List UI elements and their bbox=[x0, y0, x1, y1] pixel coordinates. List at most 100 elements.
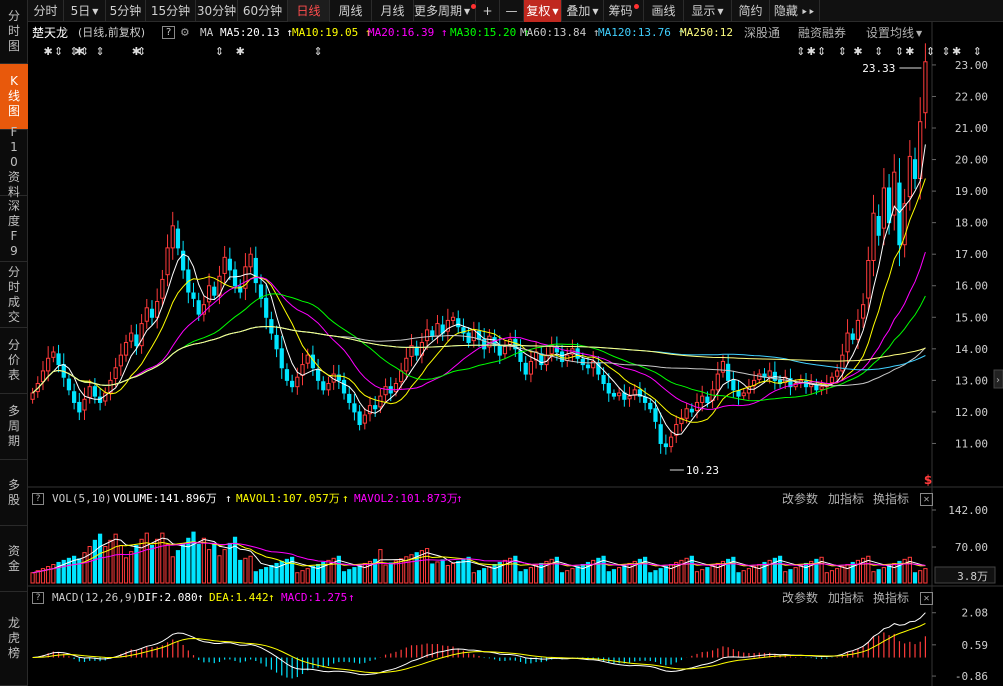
toolbar-button-3[interactable]: 15分钟 bbox=[146, 0, 196, 22]
kline-chart-canvas[interactable]: 23.00 22.00 21.00 20.00 19.00 18.00 17.00 16.00… bbox=[0, 0, 1003, 686]
toolbar-button-9[interactable]: 更多周期 ▼ bbox=[414, 0, 477, 22]
candle-body bbox=[341, 379, 347, 394]
chevron-down-icon: ▼ bbox=[717, 7, 724, 16]
settings-gear-icon[interactable]: ⚙ bbox=[181, 24, 189, 42]
ma-value-0: MA5:20.13 ↑ bbox=[220, 26, 293, 39]
volume-bar bbox=[871, 571, 876, 584]
candle-body bbox=[850, 333, 855, 340]
sidebar-tab-0[interactable]: 分时图 bbox=[0, 0, 28, 64]
toolbar-button-1[interactable]: 5日 ▼ bbox=[64, 0, 106, 22]
candle-body bbox=[56, 353, 61, 366]
candle-body bbox=[113, 367, 118, 379]
sidebar-tab-7[interactable]: 多股 bbox=[0, 460, 28, 526]
chevron-down-icon: ▼ bbox=[592, 7, 599, 16]
edit-params-button[interactable]: 改参数 bbox=[782, 589, 818, 607]
toolbar-button-16[interactable]: 显示 ▼ bbox=[684, 0, 732, 22]
sidebar-tab-5[interactable]: 分价表 bbox=[0, 328, 28, 394]
volume-bar bbox=[435, 561, 440, 584]
volume-bar bbox=[378, 549, 383, 584]
volume-bar bbox=[668, 563, 674, 584]
volume-bar bbox=[352, 567, 357, 584]
candle-body bbox=[585, 364, 591, 369]
dif-line bbox=[32, 612, 926, 676]
candle-body bbox=[907, 155, 912, 198]
price-tick-label: 16.00 bbox=[955, 280, 988, 293]
ma-settings-button[interactable]: 设置均线 ▼ bbox=[866, 24, 922, 43]
candle-body bbox=[170, 225, 175, 249]
candle-body bbox=[191, 292, 196, 299]
toolbar-button-7[interactable]: 周线 bbox=[330, 0, 372, 22]
sidebar-tab-6[interactable]: 多周期 bbox=[0, 394, 28, 460]
toolbar-button-12[interactable]: 复权 ▼ bbox=[524, 0, 562, 22]
candle-body bbox=[648, 402, 653, 410]
volume-bar bbox=[445, 565, 450, 584]
sidebar-tab-9[interactable]: 龙虎榜 bbox=[0, 592, 28, 686]
volume-bar bbox=[139, 538, 144, 584]
help-icon[interactable]: ? bbox=[32, 493, 44, 505]
event-marker-icon: ⇕ bbox=[973, 45, 982, 58]
up-arrow-icon: ↑ bbox=[456, 492, 463, 505]
toolbar-button-8[interactable]: 月线 bbox=[372, 0, 414, 22]
toolbar-button-15[interactable]: 画线 bbox=[644, 0, 684, 22]
toolbar-button-5[interactable]: 60分钟 bbox=[238, 0, 288, 22]
toolbar-button-11[interactable]: — bbox=[500, 0, 524, 22]
candle-body bbox=[715, 373, 720, 391]
hk-connect-link[interactable]: 深股通 bbox=[744, 24, 780, 42]
candle-body bbox=[653, 408, 658, 422]
ma-value-3: MA30:15.20 ↑ bbox=[450, 26, 530, 39]
sidebar-tab-3[interactable]: 深度F9 bbox=[0, 196, 28, 262]
macd-tick-label: -0.86 bbox=[955, 670, 988, 683]
toolbar-button-4[interactable]: 30分钟 bbox=[196, 0, 238, 22]
volume-bar bbox=[752, 566, 757, 584]
notification-dot-icon bbox=[633, 4, 639, 9]
volume-bar bbox=[803, 562, 809, 584]
candle-body bbox=[123, 342, 129, 356]
sidebar-tab-1[interactable]: K线图 bbox=[0, 64, 28, 130]
candle-body bbox=[305, 354, 310, 364]
toolbar-button-17[interactable]: 简约 bbox=[732, 0, 770, 22]
volume-bar bbox=[886, 565, 892, 584]
up-arrow-icon: ↑ bbox=[342, 492, 349, 505]
switch-indicator-button[interactable]: 换指标 bbox=[873, 490, 909, 508]
toolbar-button-14[interactable]: 筹码 bbox=[604, 0, 644, 22]
help-icon[interactable]: ? bbox=[162, 26, 175, 39]
add-indicator-button[interactable]: 加指标 bbox=[828, 589, 864, 607]
margin-trading-link[interactable]: 融资融券 bbox=[798, 24, 846, 42]
event-marker-icon: ✱ bbox=[853, 45, 862, 58]
price-tick-label: 23.00 bbox=[955, 59, 988, 72]
volume-bar bbox=[585, 561, 591, 584]
toolbar-button-0[interactable]: 分时 bbox=[28, 0, 64, 22]
close-icon[interactable]: ✕ bbox=[920, 493, 933, 506]
sidebar-tab-8[interactable]: 资金 bbox=[0, 526, 28, 592]
candle-body bbox=[118, 354, 123, 367]
volume-bar bbox=[35, 570, 40, 584]
volume-bar bbox=[700, 569, 705, 584]
toolbar-button-10[interactable]: + bbox=[476, 0, 500, 22]
stock-name[interactable]: 楚天龙 bbox=[32, 24, 68, 42]
sidebar-tab-2[interactable]: F10资料 bbox=[0, 125, 28, 199]
candle-body bbox=[347, 393, 352, 403]
toolbar-button-18[interactable]: 隐藏 ⯈⯈ bbox=[770, 0, 820, 22]
close-icon[interactable]: ✕ bbox=[920, 592, 933, 605]
candle-body bbox=[767, 370, 772, 377]
chevron-down-icon: ▼ bbox=[464, 7, 471, 16]
volume-bar bbox=[705, 567, 710, 584]
edit-params-button[interactable]: 改参数 bbox=[782, 490, 818, 508]
add-indicator-button[interactable]: 加指标 bbox=[828, 490, 864, 508]
event-marker-icon: ⇕ bbox=[215, 45, 224, 58]
help-icon[interactable]: ? bbox=[32, 592, 44, 604]
toolbar-button-2[interactable]: 5分钟 bbox=[106, 0, 146, 22]
toolbar-button-6[interactable]: 日线 bbox=[288, 0, 330, 22]
sidebar-tab-label: 多周期 bbox=[7, 404, 20, 448]
sidebar-tab-4[interactable]: 分时成交 bbox=[0, 262, 28, 328]
volume-bar bbox=[918, 570, 923, 584]
volume-bar bbox=[653, 570, 658, 584]
toolbar-button-label: 周线 bbox=[338, 4, 363, 18]
volume-bar bbox=[51, 563, 56, 584]
switch-indicator-button[interactable]: 换指标 bbox=[873, 589, 909, 607]
volume-bar bbox=[694, 571, 700, 584]
candle-body bbox=[700, 395, 705, 403]
volume-bar bbox=[736, 572, 741, 584]
toolbar-button-13[interactable]: 叠加 ▼ bbox=[562, 0, 604, 22]
dea-value: DEA:1.442 bbox=[209, 591, 269, 604]
